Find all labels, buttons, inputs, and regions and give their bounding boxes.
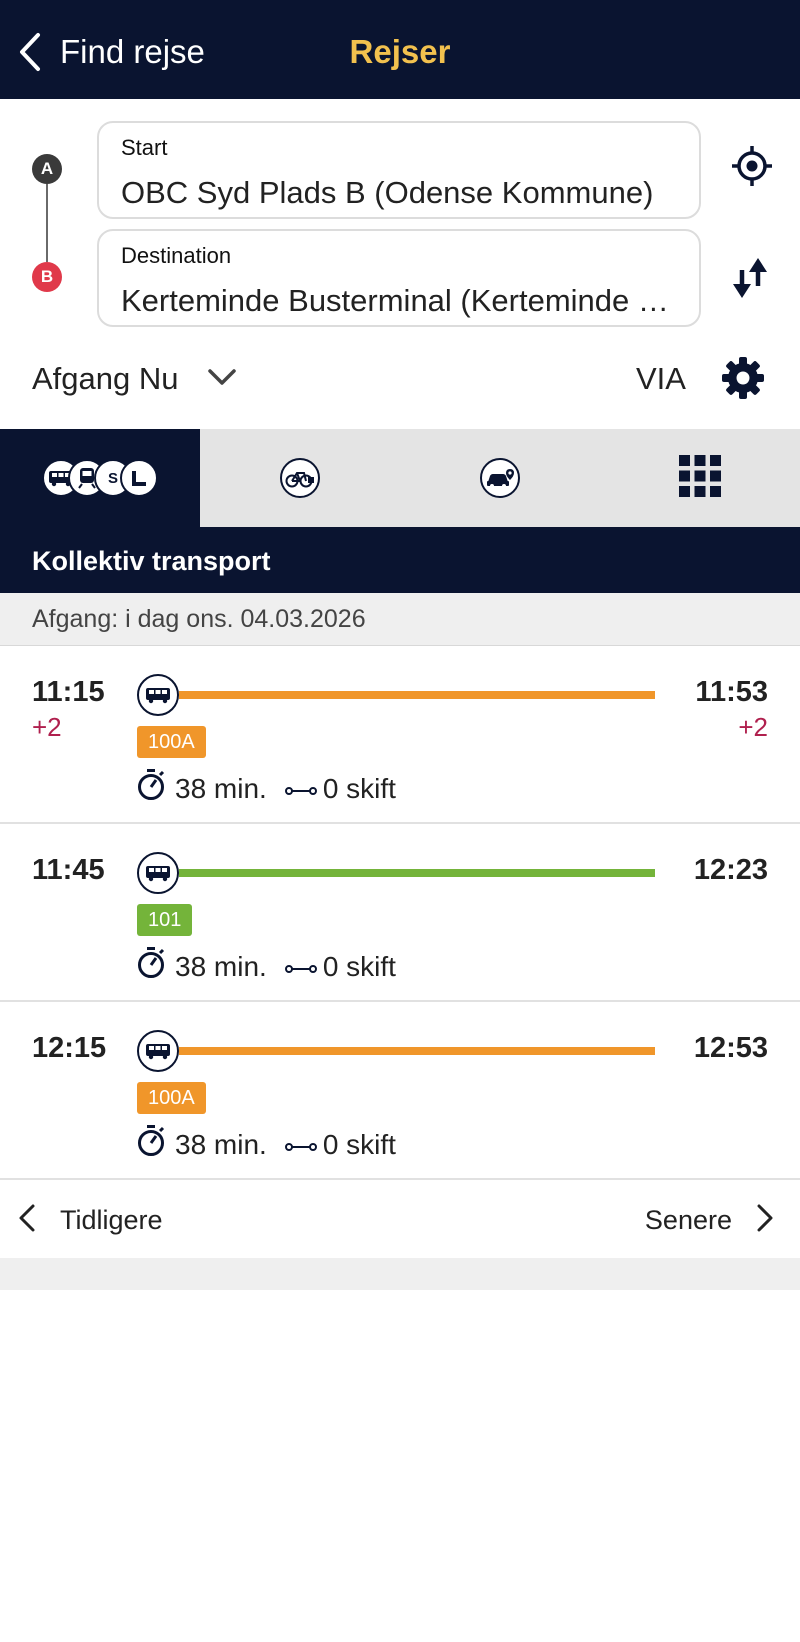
footer-spacer bbox=[0, 1258, 800, 1290]
stopwatch-icon bbox=[137, 1125, 165, 1164]
arrival-delay: +2 bbox=[738, 712, 768, 742]
destination-marker: B bbox=[32, 262, 62, 292]
departure-time: 11:45 bbox=[32, 854, 105, 886]
later-button[interactable]: Senere bbox=[645, 1200, 774, 1240]
tab-car[interactable] bbox=[400, 429, 600, 527]
departure-date: Afgang: i dag ons. 04.03.2026 bbox=[0, 593, 800, 646]
destination-field-label: Destination bbox=[121, 243, 232, 268]
trip-changes: 0 skift bbox=[322, 950, 396, 982]
trip-meta: 38 min. 0 skift bbox=[137, 947, 396, 986]
swap-vertical-icon[interactable] bbox=[730, 256, 770, 300]
departure-delay: +2 bbox=[32, 712, 62, 742]
stopwatch-icon bbox=[137, 947, 165, 986]
stopwatch-icon bbox=[137, 769, 165, 808]
trip-duration: 38 min. bbox=[175, 950, 267, 982]
departure-label: Afgang Nu bbox=[32, 361, 179, 396]
tab-bike[interactable] bbox=[200, 429, 400, 527]
bus-icon bbox=[137, 852, 179, 894]
car-location-icon bbox=[480, 458, 520, 498]
bicycle-icon bbox=[280, 458, 320, 498]
transport-mode-tabs: S bbox=[0, 429, 800, 527]
pager: Tidligere Senere bbox=[0, 1182, 800, 1258]
tab-public-transport[interactable]: S bbox=[0, 429, 200, 527]
transfer-icon bbox=[284, 1129, 317, 1161]
trip-meta: 38 min. 0 skift bbox=[137, 1125, 396, 1164]
destination-field-value: Kerteminde Busterminal (Kerteminde Kommu… bbox=[121, 283, 677, 318]
grid-icon bbox=[679, 454, 721, 502]
start-field-label: Start bbox=[121, 135, 168, 160]
bus-icon bbox=[137, 1030, 179, 1072]
top-bar: Find rejse Rejser bbox=[0, 0, 800, 99]
crosshair-icon[interactable] bbox=[730, 144, 774, 188]
departure-time-selector[interactable]: Afgang Nu bbox=[32, 354, 237, 404]
section-title: Kollektiv transport bbox=[0, 527, 800, 593]
page-title: Rejser bbox=[349, 33, 451, 70]
departure-time: 11:15 bbox=[32, 676, 105, 708]
rail-connector bbox=[46, 184, 48, 262]
trip-changes: 0 skift bbox=[322, 772, 396, 804]
route-line bbox=[179, 691, 655, 699]
arrival-time: 12:53 bbox=[693, 1032, 768, 1064]
arrival-time: 11:53 bbox=[695, 676, 768, 708]
metro-icon bbox=[120, 459, 158, 497]
route-line bbox=[179, 1047, 655, 1055]
later-label: Senere bbox=[644, 1204, 732, 1235]
destination-field[interactable]: Destination Kerteminde Busterminal (Kert… bbox=[97, 229, 701, 327]
departure-time: 12:15 bbox=[32, 1032, 107, 1064]
gear-icon[interactable] bbox=[720, 355, 766, 401]
start-field[interactable]: Start OBC Syd Plads B (Odense Kommune) bbox=[97, 121, 701, 219]
chevron-right-icon bbox=[756, 1203, 774, 1238]
trip-row[interactable]: 12:15 12:53 100A 38 min. 0 skift bbox=[0, 1002, 800, 1180]
earlier-button[interactable]: Tidligere bbox=[18, 1200, 163, 1240]
trip-changes: 0 skift bbox=[322, 1128, 396, 1160]
tab-more[interactable] bbox=[600, 429, 800, 527]
route-line bbox=[179, 869, 655, 877]
transfer-icon bbox=[284, 773, 317, 805]
earlier-label: Tidligere bbox=[60, 1204, 163, 1235]
chevron-left-icon bbox=[18, 1203, 36, 1238]
line-badge: 100A bbox=[137, 1082, 206, 1114]
trip-meta: 38 min. 0 skift bbox=[137, 769, 396, 808]
arrival-time: 12:23 bbox=[693, 854, 768, 886]
public-transport-icons: S bbox=[42, 459, 158, 497]
line-badge: 100A bbox=[137, 726, 206, 758]
start-marker: A bbox=[32, 154, 62, 184]
trip-row[interactable]: 11:15 +2 11:53 +2 100A 38 min. 0 skift bbox=[0, 646, 800, 824]
chevron-down-icon bbox=[207, 368, 237, 391]
trip-row[interactable]: 11:45 12:23 101 38 min. 0 skift bbox=[0, 824, 800, 1002]
trip-duration: 38 min. bbox=[175, 1128, 267, 1160]
route-rail: A B bbox=[32, 154, 62, 294]
start-field-value: OBC Syd Plads B (Odense Kommune) bbox=[121, 175, 654, 210]
transfer-icon bbox=[284, 951, 317, 983]
trip-duration: 38 min. bbox=[175, 772, 267, 804]
bus-icon bbox=[137, 674, 179, 716]
via-button[interactable]: VIA bbox=[636, 361, 686, 397]
line-badge: 101 bbox=[137, 904, 193, 936]
